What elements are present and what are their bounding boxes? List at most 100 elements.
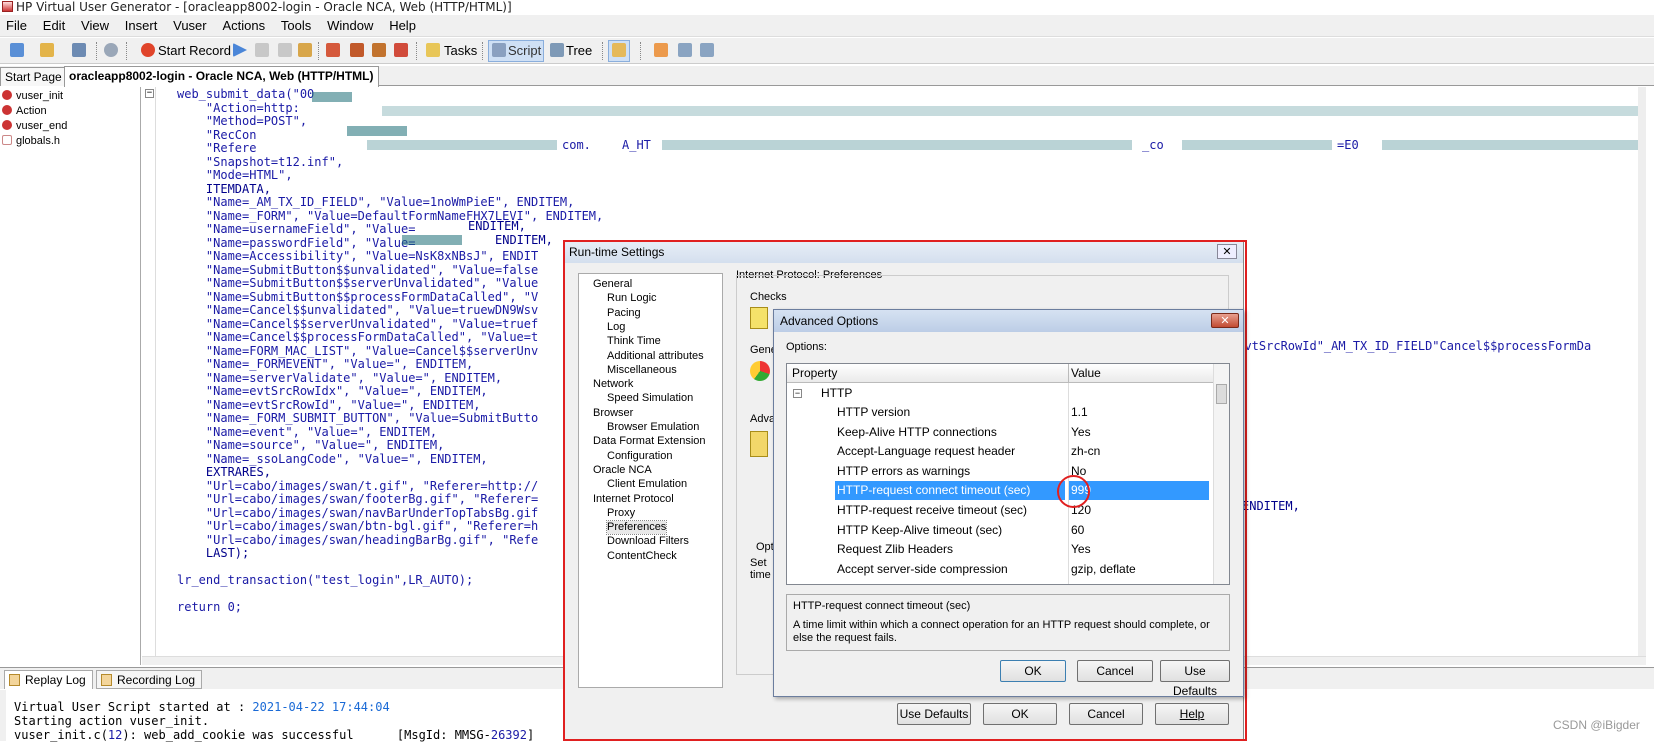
property-row[interactable]: HTTP errors as warnings No xyxy=(787,462,1215,481)
menu-vuser[interactable]: Vuser xyxy=(167,15,212,37)
nav-item[interactable]: Log xyxy=(607,321,625,334)
nav-item[interactable]: General xyxy=(593,278,632,291)
collapse-toggle[interactable]: − xyxy=(793,389,802,398)
recording-options-icon[interactable] xyxy=(700,43,714,57)
menu-insert[interactable]: Insert xyxy=(119,15,164,37)
nav-item[interactable]: Data Format Extension xyxy=(593,435,706,448)
compile-icon[interactable] xyxy=(298,43,312,57)
new-script-icon[interactable] xyxy=(10,43,24,57)
tab-replay-log[interactable]: Replay Log xyxy=(4,670,93,689)
tree-item-action[interactable]: Action xyxy=(2,104,47,119)
property-row[interactable]: Accept server-side compression gzip, defl… xyxy=(787,560,1215,579)
menu-window[interactable]: Window xyxy=(321,15,379,37)
menu-file[interactable]: File xyxy=(0,15,33,37)
menu-help[interactable]: Help xyxy=(383,15,422,37)
output-window-icon[interactable] xyxy=(612,43,626,57)
cancel-button[interactable]: Cancel xyxy=(1077,660,1153,682)
property-value[interactable]: Yes xyxy=(1071,423,1091,442)
editor-gutter: − xyxy=(142,87,156,665)
menu-actions[interactable]: Actions xyxy=(216,15,271,37)
nav-item[interactable]: Browser xyxy=(593,407,633,420)
nav-item[interactable]: Oracle NCA xyxy=(593,464,652,477)
start-record-button[interactable]: Start Record xyxy=(158,43,231,59)
collapse-toggle[interactable]: − xyxy=(145,89,154,98)
nav-item[interactable]: Internet Protocol xyxy=(593,493,674,506)
help-button[interactable]: Help xyxy=(1155,703,1229,725)
nav-item[interactable]: Pacing xyxy=(607,307,641,320)
save-icon[interactable] xyxy=(72,43,86,57)
nav-item[interactable]: Network xyxy=(593,378,633,391)
nav-item[interactable]: Preferences xyxy=(605,520,668,536)
scroll-thumb[interactable] xyxy=(1216,384,1227,404)
tab-start-page[interactable]: Start Page xyxy=(0,67,67,86)
nav-item[interactable]: Additional attributes xyxy=(607,350,704,363)
tab-recording-log[interactable]: Recording Log xyxy=(96,670,203,689)
property-row[interactable]: Request Zlib Headers Yes xyxy=(787,540,1215,559)
property-row[interactable]: HTTP Keep-Alive timeout (sec) 60 xyxy=(787,521,1215,540)
script-view-button[interactable]: Script xyxy=(508,43,541,59)
property-value[interactable]: 999 xyxy=(1071,481,1091,500)
property-value[interactable]: Yes xyxy=(1071,540,1091,559)
menu-view[interactable]: View xyxy=(75,15,115,37)
close-icon[interactable]: ✕ xyxy=(1217,244,1237,259)
use-defaults-button[interactable]: Use Defaults xyxy=(897,703,971,725)
property-value[interactable]: 1.1 xyxy=(1071,403,1088,422)
open-folder-icon[interactable] xyxy=(40,43,54,57)
breakpoint-icon[interactable] xyxy=(326,43,340,57)
run-icon[interactable] xyxy=(233,43,247,57)
property-row[interactable]: HTTP-request receive timeout (sec) 120 xyxy=(787,501,1215,520)
nav-item[interactable]: Run Logic xyxy=(607,292,657,305)
toggle-breakpoint-icon[interactable] xyxy=(350,43,364,57)
property-row[interactable]: Keep-Alive HTTP connections Yes xyxy=(787,423,1215,442)
runtime-settings-icon[interactable] xyxy=(654,43,668,57)
grid-scrollbar[interactable] xyxy=(1213,364,1229,584)
general-options-icon[interactable] xyxy=(678,43,692,57)
tab-script[interactable]: oracleapp8002-login - Oracle NCA, Web (H… xyxy=(64,66,379,87)
column-value[interactable]: Value xyxy=(1071,366,1101,380)
step-icon[interactable] xyxy=(255,43,269,57)
editor-vertical-scrollbar[interactable] xyxy=(1638,87,1646,665)
record-icon[interactable] xyxy=(141,43,155,57)
cancel-button[interactable]: Cancel xyxy=(1069,703,1143,725)
nav-item[interactable]: Speed Simulation xyxy=(607,392,693,405)
property-value[interactable]: 60 xyxy=(1071,521,1084,540)
pause-icon[interactable] xyxy=(278,43,292,57)
correlation-icon[interactable] xyxy=(394,43,408,57)
ok-button[interactable]: OK xyxy=(1000,660,1066,682)
group-row-http[interactable]: − HTTP xyxy=(787,384,1215,403)
nav-item[interactable]: Download Filters xyxy=(607,535,689,548)
close-icon[interactable]: ✕ xyxy=(1211,313,1239,328)
nav-item[interactable]: Browser Emulation xyxy=(607,421,699,434)
header-file-icon xyxy=(2,135,12,145)
parameter-icon[interactable] xyxy=(372,43,386,57)
tree-item-globals[interactable]: globals.h xyxy=(2,134,60,149)
menu-tools[interactable]: Tools xyxy=(275,15,317,37)
property-name: HTTP Keep-Alive timeout (sec) xyxy=(837,522,1003,537)
code-line: "Name=Accessibility", "Value=NsK8xNBsJ",… xyxy=(177,249,539,263)
find-icon[interactable] xyxy=(104,43,118,57)
ok-button[interactable]: OK xyxy=(983,703,1057,725)
tree-item-vuser-end[interactable]: vuser_end xyxy=(2,119,67,134)
property-value[interactable]: zh-cn xyxy=(1071,442,1100,461)
nav-item[interactable]: Configuration xyxy=(607,450,672,463)
nav-item[interactable]: ContentCheck xyxy=(607,550,677,563)
property-value[interactable]: No xyxy=(1071,462,1086,481)
column-property[interactable]: Property xyxy=(792,366,837,380)
menu-edit[interactable]: Edit xyxy=(37,15,71,37)
code-line: "Mode=HTML", xyxy=(177,168,293,182)
property-row[interactable]: Accept-Language request header zh-cn xyxy=(787,442,1215,461)
app-icon xyxy=(2,1,13,12)
nav-item[interactable]: Proxy xyxy=(607,507,635,520)
tree-view-button[interactable]: Tree xyxy=(566,43,592,59)
property-row[interactable]: HTTP-request connect timeout (sec) 999 xyxy=(787,481,1215,501)
use-defaults-button[interactable]: Use Defaults xyxy=(1160,660,1230,698)
property-row[interactable]: HTTP version 1.1 xyxy=(787,403,1215,422)
tree-item-vuser-init[interactable]: vuser_init xyxy=(2,89,63,104)
nav-item[interactable]: Think Time xyxy=(607,335,661,348)
tasks-button[interactable]: Tasks xyxy=(444,43,477,59)
code-line: "Url=cabo/images/swan/footerBg.gif", "Re… xyxy=(177,492,539,506)
property-value[interactable]: 120 xyxy=(1071,501,1091,520)
nav-item[interactable]: Client Emulation xyxy=(607,478,687,491)
property-value[interactable]: gzip, deflate xyxy=(1071,560,1136,579)
nav-item[interactable]: Miscellaneous xyxy=(607,364,677,377)
